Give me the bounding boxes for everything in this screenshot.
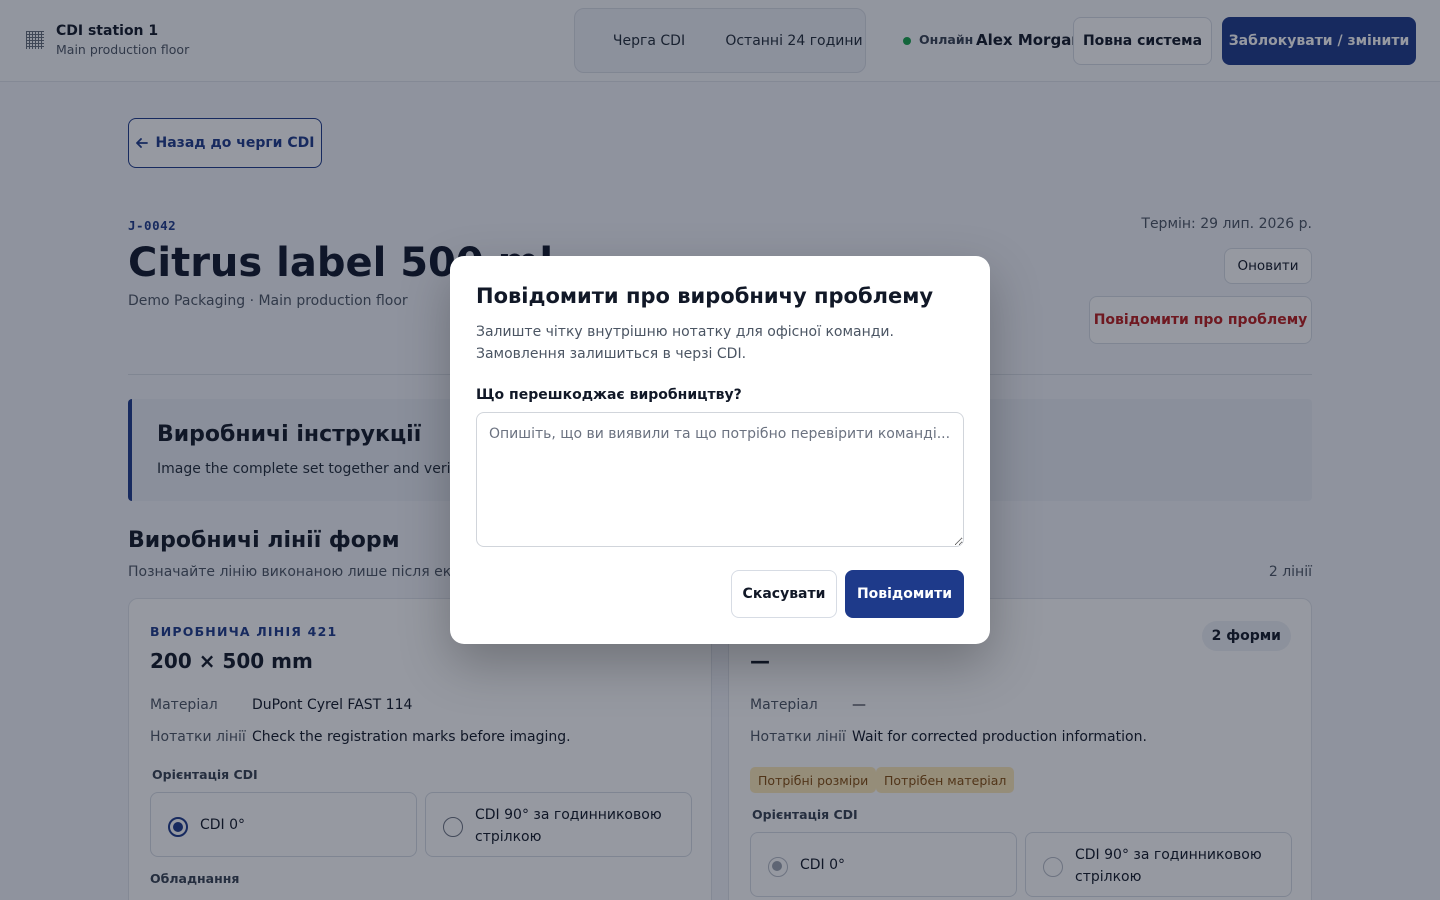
issue-description-input[interactable] [476,412,964,547]
issue-field-label: Що перешкоджає виробництву? [476,387,742,403]
dialog-title: Повідомити про виробничу проблему [476,284,934,308]
submit-report-button[interactable]: Повідомити [845,570,964,618]
report-issue-dialog: Повідомити про виробничу проблему Залишт… [450,256,990,644]
cancel-button[interactable]: Скасувати [731,570,837,618]
dialog-description: Залиште чітку внутрішню нотатку для офіс… [476,324,894,362]
